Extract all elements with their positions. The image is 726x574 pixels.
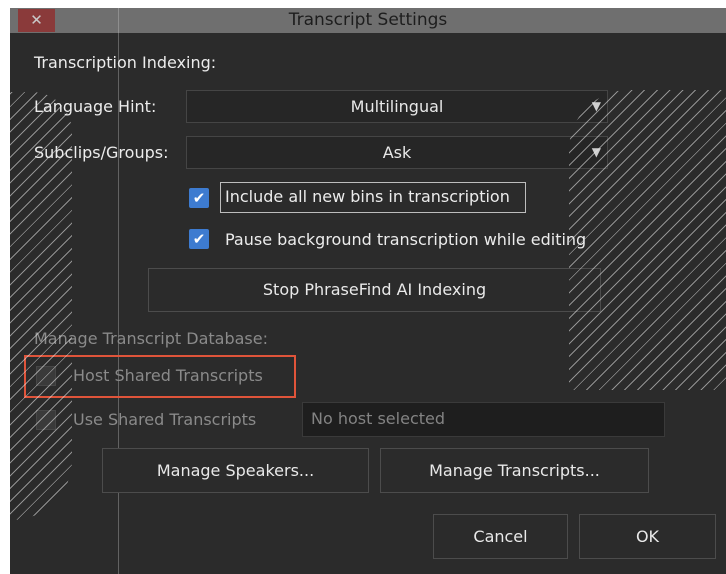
pause-transcription-label[interactable]: Pause background transcription while edi… <box>225 230 586 250</box>
hatch-overlay-right <box>569 90 726 390</box>
use-shared-label[interactable]: Use Shared Transcripts <box>73 410 256 430</box>
chevron-down-icon: ▼ <box>591 145 601 159</box>
transcript-settings-dialog: Transcript Settings ✕ Transcription Inde… <box>10 8 726 574</box>
highlight-box <box>24 355 296 398</box>
manage-transcripts-button[interactable]: Manage Transcripts... <box>380 448 649 493</box>
check-icon: ✔ <box>192 189 206 207</box>
ok-button[interactable]: OK <box>579 514 716 559</box>
close-icon: ✕ <box>30 11 43 29</box>
manage-speakers-button[interactable]: Manage Speakers... <box>102 448 369 493</box>
use-shared-checkbox[interactable] <box>36 410 56 430</box>
check-icon: ✔ <box>192 230 206 248</box>
language-hint-select[interactable]: Multilingual ▼ <box>186 90 608 123</box>
language-hint-label: Language Hint: <box>34 97 157 116</box>
include-bins-checkbox[interactable]: ✔ <box>189 188 209 208</box>
include-bins-label[interactable]: Include all new bins in transcription <box>225 187 510 207</box>
pause-transcription-checkbox[interactable]: ✔ <box>189 229 209 249</box>
dialog-title: Transcript Settings <box>288 10 448 30</box>
manage-transcript-database-heading: Manage Transcript Database: <box>34 329 268 348</box>
subclips-groups-value: Ask <box>382 143 412 162</box>
close-button[interactable]: ✕ <box>18 9 55 32</box>
subclips-groups-label: Subclips/Groups: <box>34 143 169 162</box>
transcription-indexing-heading: Transcription Indexing: <box>34 53 217 72</box>
stop-phrasefind-button[interactable]: Stop PhraseFind AI Indexing <box>148 268 601 312</box>
host-field[interactable]: No host selected <box>302 402 665 437</box>
cancel-button[interactable]: Cancel <box>433 514 568 559</box>
chevron-down-icon: ▼ <box>591 99 601 113</box>
language-hint-value: Multilingual <box>350 97 444 116</box>
subclips-groups-select[interactable]: Ask ▼ <box>186 136 608 169</box>
